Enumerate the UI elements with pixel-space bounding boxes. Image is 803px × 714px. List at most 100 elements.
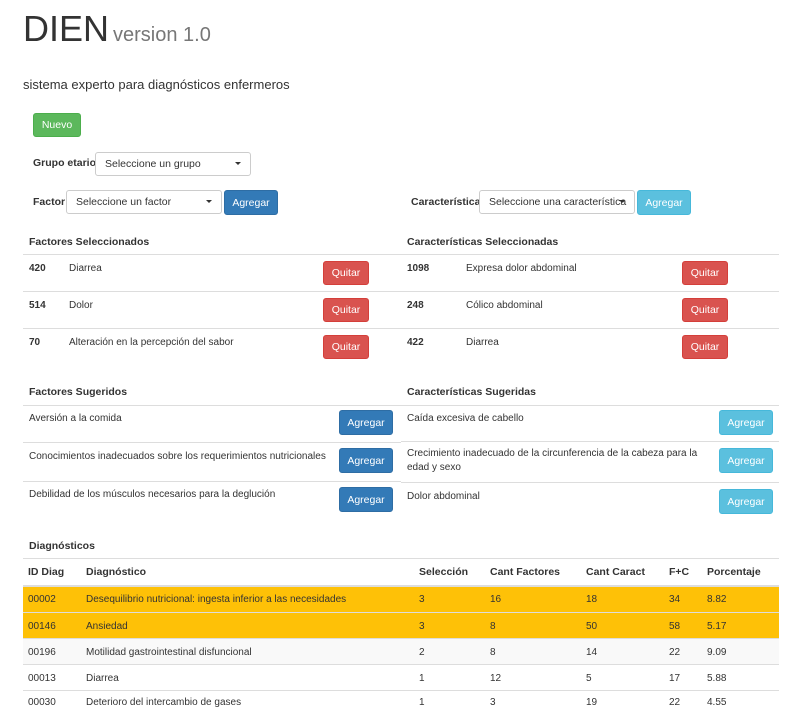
divider (401, 441, 779, 442)
factor-seleccionado-name: Alteración en la percepción del sabor (69, 337, 234, 348)
diag-name: Diarrea (86, 672, 119, 684)
caracteristica-sugerida: Caída excesiva de cabello (407, 413, 524, 424)
diag-cant-caract: 5 (586, 672, 592, 684)
caracteristica-seleccionada-name: Diarrea (466, 337, 499, 348)
caracteristica-select[interactable]: Seleccione una característica (479, 190, 635, 214)
agregar-factor-sugerido-button[interactable]: Agregar (339, 410, 393, 435)
table-row: 00013 Diarrea 1 12 5 17 5.88 (23, 664, 779, 691)
quitar-caracteristica-button[interactable]: Quitar (682, 261, 728, 285)
caracteristica-label: Característica (411, 196, 481, 208)
diag-porcentaje: 5.88 (707, 672, 727, 684)
column-header: Cant Caract (586, 566, 645, 578)
app-name: DIEN (23, 8, 110, 49)
factor-sugerido: Conocimientos inadecuados sobre los requ… (29, 451, 326, 462)
diag-id: 00146 (28, 620, 56, 632)
factor-seleccionado-name: Diarrea (69, 263, 102, 274)
agregar-factor-button[interactable]: Agregar (224, 190, 278, 215)
agregar-caracteristica-sugerida-button[interactable]: Agregar (719, 448, 773, 473)
column-header: F+C (669, 566, 690, 578)
divider (23, 442, 401, 443)
diag-fc: 58 (669, 620, 681, 632)
agregar-caracteristica-sugerida-button[interactable]: Agregar (719, 410, 773, 435)
version-label: version 1.0 (113, 24, 211, 46)
factores-seleccionados-title: Factores Seleccionados (29, 236, 150, 248)
diag-id: 00002 (28, 594, 56, 605)
agregar-caracteristica-sugerida-button[interactable]: Agregar (719, 489, 773, 514)
agregar-factor-sugerido-button[interactable]: Agregar (339, 448, 393, 473)
diag-fc: 17 (669, 672, 681, 684)
divider (401, 482, 779, 483)
factor-select[interactable]: Seleccione un factor (66, 190, 222, 214)
agregar-factor-sugerido-button[interactable]: Agregar (339, 487, 393, 512)
chevron-down-icon (206, 200, 212, 203)
column-header: Diagnóstico (86, 566, 147, 578)
diag-name: Motilidad gastrointestinal disfuncional (86, 646, 252, 658)
table-header: ID Diag Diagnóstico Selección Cant Facto… (23, 558, 779, 585)
table-row: 00196 Motilidad gastrointestinal disfunc… (23, 638, 779, 665)
caracteristica-sugerida: Dolor abdominal (407, 491, 480, 502)
quitar-factor-button[interactable]: Quitar (323, 335, 369, 359)
diag-name: Ansiedad (86, 620, 128, 632)
table-row: 00002 Desequilibrio nutricional: ingesta… (23, 585, 779, 612)
diag-seleccion: 1 (419, 697, 425, 708)
table-row: 00146 Ansiedad 3 8 50 58 5.17 (23, 612, 779, 639)
quitar-caracteristica-button[interactable]: Quitar (682, 298, 728, 322)
quitar-factor-button[interactable]: Quitar (323, 261, 369, 285)
diag-porcentaje: 8.82 (707, 594, 727, 605)
diag-cant-factores: 8 (490, 620, 496, 632)
divider (23, 254, 401, 255)
grupo-etario-label: Grupo etario (33, 157, 97, 169)
diag-id: 00013 (28, 672, 56, 684)
divider (23, 328, 401, 329)
column-header: Cant Factores (490, 566, 561, 578)
grupo-etario-select[interactable]: Seleccione un grupo (95, 152, 251, 176)
diag-cant-factores: 3 (490, 697, 496, 708)
diag-porcentaje: 4.55 (707, 697, 727, 708)
caracteristica-sugerida: Crecimiento inadecuado de la circunferen… (407, 448, 698, 473)
factor-label: Factor (33, 196, 66, 208)
grupo-etario-value: Seleccione un grupo (105, 158, 201, 170)
factor-seleccionado-name: Dolor (69, 300, 93, 311)
caracteristica-seleccionada-id: 1098 (407, 263, 430, 274)
table-row: 00030 Deterioro del intercambio de gases… (23, 690, 779, 714)
diag-porcentaje: 5.17 (707, 620, 727, 632)
diag-cant-factores: 12 (490, 672, 502, 684)
factor-sugerido: Debilidad de los músculos necesarios par… (29, 489, 276, 500)
caracteristica-seleccionada-id: 248 (407, 300, 424, 311)
factor-seleccionado-id: 420 (29, 263, 46, 274)
column-header: Porcentaje (707, 566, 761, 578)
divider (401, 291, 779, 292)
diag-name: Desequilibrio nutricional: ingesta infer… (86, 594, 347, 605)
caracteristicas-sugeridas-title: Características Sugeridas (407, 386, 536, 398)
diag-fc: 22 (669, 646, 681, 658)
column-header: ID Diag (28, 566, 65, 578)
caracteristica-value: Seleccione una característica (489, 196, 627, 208)
factor-seleccionado-id: 70 (29, 337, 41, 348)
factor-seleccionado-id: 514 (29, 300, 46, 311)
diag-id: 00030 (28, 697, 56, 708)
diag-cant-caract: 50 (586, 620, 598, 632)
diag-seleccion: 2 (419, 646, 425, 658)
chevron-down-icon (619, 200, 625, 203)
diag-seleccion: 3 (419, 594, 425, 605)
agregar-caracteristica-button[interactable]: Agregar (637, 190, 691, 215)
divider (23, 481, 401, 482)
diag-fc: 22 (669, 697, 681, 708)
diag-seleccion: 1 (419, 672, 425, 684)
diag-cant-caract: 19 (586, 697, 598, 708)
diag-porcentaje: 9.09 (707, 646, 727, 658)
quitar-caracteristica-button[interactable]: Quitar (682, 335, 728, 359)
quitar-factor-button[interactable]: Quitar (323, 298, 369, 322)
nuevo-button[interactable]: Nuevo (33, 113, 81, 137)
divider (23, 405, 401, 406)
page-title: DIEN version 1.0 (23, 8, 211, 50)
chevron-down-icon (235, 162, 241, 165)
diag-name: Deterioro del intercambio de gases (86, 697, 242, 708)
diag-cant-factores: 16 (490, 594, 502, 605)
divider (23, 291, 401, 292)
caracteristica-seleccionada-name: Cólico abdominal (466, 300, 543, 311)
column-header: Selección (419, 566, 469, 578)
diag-fc: 34 (669, 594, 681, 605)
caracteristica-seleccionada-name: Expresa dolor abdominal (466, 263, 577, 274)
caracteristica-seleccionada-id: 422 (407, 337, 424, 348)
